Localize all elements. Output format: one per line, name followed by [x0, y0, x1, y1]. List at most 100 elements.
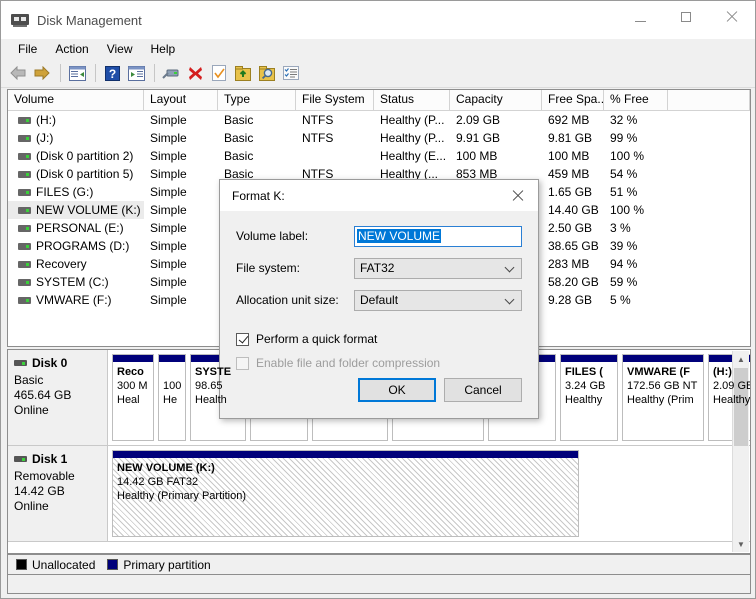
export-list-icon[interactable]	[232, 62, 254, 84]
table-row[interactable]: (J:)SimpleBasicNTFSHealthy (P...9.91 GB9…	[8, 129, 750, 147]
volume-name-cell: (Disk 0 partition 2)	[8, 147, 144, 165]
quick-format-checkbox[interactable]	[236, 333, 249, 346]
checklist-icon[interactable]	[280, 62, 302, 84]
disk-name: Disk 0	[32, 356, 67, 370]
menu-bar: File Action View Help	[1, 39, 755, 59]
volume-name-text: (H:)	[36, 113, 56, 127]
cell-free: 2.50 GB	[542, 221, 604, 235]
volume-name-text: (Disk 0 partition 5)	[36, 167, 133, 181]
volume-name-cell: (H:)	[8, 111, 144, 129]
partition-size: 14.42 GB FAT32	[117, 476, 198, 488]
column-header-layout[interactable]: Layout	[144, 90, 218, 110]
menu-item-action[interactable]: Action	[46, 40, 97, 58]
quick-format-row[interactable]: Perform a quick format	[236, 329, 522, 349]
back-icon[interactable]	[7, 62, 29, 84]
allocation-unit-size-select[interactable]: Default	[354, 290, 522, 311]
file-system-select[interactable]: FAT32	[354, 258, 522, 279]
scroll-down-button[interactable]: ▼	[733, 536, 749, 552]
disk-title: Disk 0	[14, 356, 107, 370]
table-row[interactable]: (Disk 0 partition 2)SimpleBasicHealthy (…	[8, 147, 750, 165]
cell-pct: 100 %	[604, 203, 668, 217]
partition-block[interactable]: 100He	[158, 354, 186, 441]
allocation-unit-size-row: Allocation unit size: Default	[236, 289, 522, 311]
menu-item-help[interactable]: Help	[142, 40, 185, 58]
partition-strip: NEW VOLUME (K:)14.42 GB FAT32Healthy (Pr…	[108, 446, 750, 541]
volume-label-row: Volume label: NEW VOLUME	[236, 225, 522, 247]
cell-capacity: 9.91 GB	[450, 131, 542, 145]
partition-size: 2.09 GB	[713, 380, 751, 392]
legend-label-unallocated: Unallocated	[32, 558, 95, 572]
volume-icon	[18, 189, 31, 196]
search-icon[interactable]	[256, 62, 278, 84]
menu-item-file[interactable]: File	[9, 40, 46, 58]
volume-name-cell: (Disk 0 partition 5)	[8, 165, 144, 183]
close-button[interactable]	[709, 1, 755, 33]
partition-text	[393, 362, 483, 393]
partition-block[interactable]: NEW VOLUME (K:)14.42 GB FAT32Healthy (Pr…	[112, 450, 579, 537]
partition-label: (H:)	[713, 366, 732, 378]
disk-info[interactable]: Disk 1Removable14.42 GBOnline	[8, 446, 108, 541]
toolbar-separator	[95, 64, 96, 82]
disk-state: Online	[14, 403, 107, 418]
cell-pct: 99 %	[604, 131, 668, 145]
column-header-file-system[interactable]: File System	[296, 90, 374, 110]
toolbar: ?	[1, 59, 755, 87]
cell-free: 9.28 GB	[542, 293, 604, 307]
delete-icon[interactable]	[184, 62, 206, 84]
column-header-status[interactable]: Status	[374, 90, 450, 110]
volume-name-text: PERSONAL (E:)	[36, 221, 124, 235]
column-header-volume[interactable]: Volume	[8, 90, 144, 110]
partition-size: 3.24 GB	[565, 380, 605, 392]
maximize-button[interactable]	[663, 1, 709, 33]
volume-icon	[18, 279, 31, 286]
volume-label-input[interactable]: NEW VOLUME	[354, 226, 522, 247]
volume-icon	[18, 297, 31, 304]
cell-layout: Simple	[144, 185, 218, 199]
volume-name-text: (J:)	[36, 131, 53, 145]
partition-block[interactable]: VMWARE (F172.56 GB NTHealthy (Prim	[622, 354, 704, 441]
column-header-percent-free[interactable]: % Free	[604, 90, 668, 110]
toolbar-separator	[60, 64, 61, 82]
chevron-down-icon	[506, 264, 514, 272]
chevron-down-icon	[506, 296, 514, 304]
volume-name-text: NEW VOLUME (K:)	[36, 203, 141, 217]
forward-icon[interactable]	[31, 62, 53, 84]
volume-list-header: Volume Layout Type File System Status Ca…	[8, 90, 750, 111]
table-row[interactable]: (H:)SimpleBasicNTFSHealthy (P...2.09 GB6…	[8, 111, 750, 129]
partition-status: Heal	[117, 394, 140, 406]
partition-block[interactable]: SYSTE98.65Health	[190, 354, 246, 441]
show-hide-action-pane-icon[interactable]	[125, 62, 147, 84]
cell-fs: NTFS	[296, 113, 374, 127]
properties-icon[interactable]	[208, 62, 230, 84]
partition-size: 100	[163, 380, 181, 392]
cell-free: 38.65 GB	[542, 239, 604, 253]
cell-pct: 3 %	[604, 221, 668, 235]
allocation-unit-size-value: Default	[360, 293, 398, 307]
partition-text: 100He	[159, 362, 185, 407]
cell-layout: Simple	[144, 131, 218, 145]
partition-type-bar	[561, 355, 617, 362]
help-icon[interactable]: ?	[101, 62, 123, 84]
window-title: Disk Management	[37, 13, 142, 28]
partition-block[interactable]: FILES (3.24 GBHealthy	[560, 354, 618, 441]
file-system-value: FAT32	[360, 261, 394, 275]
column-header-type[interactable]: Type	[218, 90, 296, 110]
cell-capacity: 2.09 GB	[450, 113, 542, 127]
column-header-extra[interactable]	[668, 90, 750, 110]
minimize-button[interactable]	[617, 1, 663, 33]
disk-info[interactable]: Disk 0Basic465.64 GBOnline	[8, 350, 108, 445]
partition-text: (H:)2.09 GBHealthy	[709, 362, 751, 407]
cell-free: 100 MB	[542, 149, 604, 163]
show-hide-console-tree-icon[interactable]	[66, 62, 88, 84]
volume-label-label: Volume label:	[236, 229, 354, 243]
partition-block[interactable]: Reco300 MHeal	[112, 354, 154, 441]
cell-pct: 32 %	[604, 113, 668, 127]
column-header-free-space[interactable]: Free Spa...	[542, 90, 604, 110]
close-icon[interactable]	[498, 181, 538, 211]
format-dialog-body: Volume label: NEW VOLUME File system: FA…	[220, 211, 538, 373]
rescan-disks-icon[interactable]	[160, 62, 182, 84]
column-header-capacity[interactable]: Capacity	[450, 90, 542, 110]
disk-icon	[14, 456, 27, 462]
legend-swatch-unallocated	[16, 559, 27, 570]
menu-item-view[interactable]: View	[98, 40, 142, 58]
